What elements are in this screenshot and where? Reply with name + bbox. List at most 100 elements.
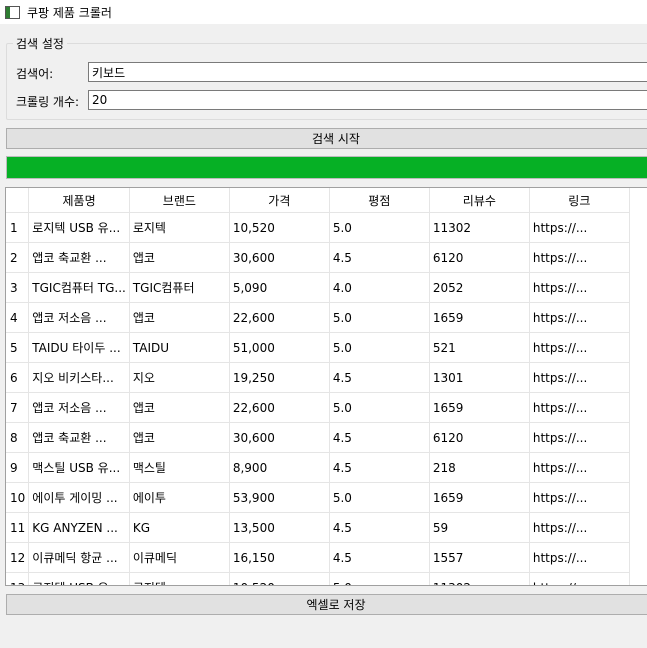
cell-reviews[interactable]: 6120 xyxy=(429,422,530,453)
row-number[interactable]: 6 xyxy=(6,362,30,393)
table-row[interactable]: 4 앱코 저소음 ... 앱코 22,600 5.0 1659 https://... xyxy=(6,302,630,333)
cell-link[interactable]: https://... xyxy=(529,212,630,243)
cell-rating[interactable]: 5.0 xyxy=(329,302,430,333)
table-row[interactable]: 5 TAIDU 타이두 ... TAIDU 51,000 5.0 521 https://.… xyxy=(6,332,630,363)
cell-name[interactable]: 앱코 저소음 ... xyxy=(28,302,130,333)
row-number[interactable]: 10 xyxy=(6,482,30,513)
cell-link[interactable]: https://... xyxy=(529,512,630,543)
cell-brand[interactable]: 앱코 xyxy=(129,242,230,273)
cell-link[interactable]: https://... xyxy=(529,482,630,513)
cell-link[interactable]: https://... xyxy=(529,542,630,573)
table-row[interactable]: 10 에이투 게이밍 ... 에이투 53,900 5.0 1659 https://... xyxy=(6,482,630,513)
column-header-price[interactable]: 가격 xyxy=(229,188,330,213)
cell-price[interactable]: 16,150 xyxy=(229,542,330,573)
cell-price[interactable]: 10,520 xyxy=(229,572,330,585)
table-row[interactable]: 13로지텍 USB 유...로지텍10,5205.011302https://.… xyxy=(6,572,630,585)
cell-price[interactable]: 30,600 xyxy=(229,422,330,453)
cell-name[interactable]: TAIDU 타이두 ... xyxy=(28,332,130,363)
column-header-rating[interactable]: 평점 xyxy=(329,188,430,213)
cell-rating[interactable]: 5.0 xyxy=(329,482,430,513)
cell-rating[interactable]: 5.0 xyxy=(329,572,430,585)
cell-reviews[interactable]: 1659 xyxy=(429,482,530,513)
table-row[interactable]: 6 지오 비키스타... 지오 19,250 4.5 1301 https://... xyxy=(6,362,630,393)
cell-link[interactable]: https://... xyxy=(529,392,630,423)
count-input[interactable] xyxy=(88,90,647,110)
row-number[interactable]: 1 xyxy=(6,212,30,243)
row-number[interactable]: 9 xyxy=(6,452,30,483)
cell-name[interactable]: 앱코 저소음 ... xyxy=(28,392,130,423)
cell-name[interactable]: 앱코 축교환 ... xyxy=(28,242,130,273)
cell-reviews[interactable]: 59 xyxy=(429,512,530,543)
table-row[interactable]: 12 이큐메딕 항균 ... 이큐메딕 16,150 4.5 1557 https://..… xyxy=(6,542,630,573)
cell-price[interactable]: 19,250 xyxy=(229,362,330,393)
cell-name[interactable]: 이큐메딕 항균 ... xyxy=(28,542,130,573)
cell-link[interactable]: https://... xyxy=(529,572,630,585)
cell-link[interactable]: https://... xyxy=(529,242,630,273)
table-row[interactable]: 11 KG ANYZEN ... KG 13,500 4.5 59 https://... xyxy=(6,512,630,543)
table-row[interactable]: 2 앱코 축교환 ... 앱코 30,600 4.5 6120 https://... xyxy=(6,242,630,273)
cell-name[interactable]: TGIC컴퓨터 TG... xyxy=(28,272,130,303)
cell-reviews[interactable]: 1659 xyxy=(429,302,530,333)
cell-name[interactable]: 에이투 게이밍 ... xyxy=(28,482,130,513)
row-number[interactable]: 4 xyxy=(6,302,30,333)
cell-brand[interactable]: 맥스틸 xyxy=(129,452,230,483)
cell-brand[interactable]: 에이투 xyxy=(129,482,230,513)
cell-rating[interactable]: 4.5 xyxy=(329,422,430,453)
cell-price[interactable]: 22,600 xyxy=(229,302,330,333)
cell-name[interactable]: KG ANYZEN ... xyxy=(28,512,130,543)
cell-price[interactable]: 13,500 xyxy=(229,512,330,543)
cell-name[interactable]: 로지텍 USB 유... xyxy=(28,212,130,243)
cell-rating[interactable]: 5.0 xyxy=(329,212,430,243)
cell-name[interactable]: 로지텍 USB 유... xyxy=(28,572,130,585)
cell-price[interactable]: 5,090 xyxy=(229,272,330,303)
cell-link[interactable]: https://... xyxy=(529,302,630,333)
row-number[interactable]: 7 xyxy=(6,392,30,423)
cell-brand[interactable]: TGIC컴퓨터 xyxy=(129,272,230,303)
column-header-reviews[interactable]: 리뷰수 xyxy=(429,188,530,213)
row-number[interactable]: 13 xyxy=(6,572,30,585)
row-number[interactable]: 3 xyxy=(6,272,30,303)
cell-brand[interactable]: TAIDU xyxy=(129,332,230,363)
cell-reviews[interactable]: 2052 xyxy=(429,272,530,303)
start-search-button[interactable]: 검색 시작 xyxy=(6,128,647,149)
cell-reviews[interactable]: 11302 xyxy=(429,572,530,585)
row-number[interactable]: 5 xyxy=(6,332,30,363)
cell-price[interactable]: 51,000 xyxy=(229,332,330,363)
row-number[interactable]: 11 xyxy=(6,512,30,543)
save-excel-button[interactable]: 엑셀로 저장 xyxy=(6,594,647,615)
cell-brand[interactable]: 앱코 xyxy=(129,422,230,453)
table-row[interactable]: 8 앱코 축교환 ... 앱코 30,600 4.5 6120 https://... xyxy=(6,422,630,453)
cell-price[interactable]: 30,600 xyxy=(229,242,330,273)
cell-link[interactable]: https://... xyxy=(529,362,630,393)
cell-brand[interactable]: 앱코 xyxy=(129,302,230,333)
table-row[interactable]: 1 로지텍 USB 유... 로지텍 10,520 5.0 11302 https://..… xyxy=(6,212,630,243)
column-header-link[interactable]: 링크 xyxy=(529,188,630,213)
cell-name[interactable]: 맥스틸 USB 유... xyxy=(28,452,130,483)
cell-brand[interactable]: 앱코 xyxy=(129,392,230,423)
table-row[interactable]: 3 TGIC컴퓨터 TG... TGIC컴퓨터 5,090 4.0 2052 https:/… xyxy=(6,272,630,303)
table-row[interactable]: 7 앱코 저소음 ... 앱코 22,600 5.0 1659 https://... xyxy=(6,392,630,423)
row-number[interactable]: 2 xyxy=(6,242,30,273)
cell-brand[interactable]: KG xyxy=(129,512,230,543)
cell-brand[interactable]: 로지텍 xyxy=(129,572,230,585)
cell-link[interactable]: https://... xyxy=(529,422,630,453)
cell-name[interactable]: 지오 비키스타... xyxy=(28,362,130,393)
cell-reviews[interactable]: 1659 xyxy=(429,392,530,423)
cell-reviews[interactable]: 521 xyxy=(429,332,530,363)
cell-reviews[interactable]: 218 xyxy=(429,452,530,483)
cell-brand[interactable]: 이큐메딕 xyxy=(129,542,230,573)
cell-reviews[interactable]: 1301 xyxy=(429,362,530,393)
cell-rating[interactable]: 4.5 xyxy=(329,452,430,483)
cell-reviews[interactable]: 11302 xyxy=(429,212,530,243)
cell-brand[interactable]: 로지텍 xyxy=(129,212,230,243)
cell-price[interactable]: 53,900 xyxy=(229,482,330,513)
cell-link[interactable]: https://... xyxy=(529,452,630,483)
cell-price[interactable]: 8,900 xyxy=(229,452,330,483)
cell-price[interactable]: 10,520 xyxy=(229,212,330,243)
results-table[interactable]: 제품명 브랜드 가격 평점 리뷰수 링크 1 로지텍 USB 유... 로지텍 10,… xyxy=(5,187,647,586)
cell-rating[interactable]: 5.0 xyxy=(329,332,430,363)
cell-rating[interactable]: 4.5 xyxy=(329,542,430,573)
cell-link[interactable]: https://... xyxy=(529,272,630,303)
cell-link[interactable]: https://... xyxy=(529,332,630,363)
column-header-name[interactable]: 제품명 xyxy=(28,188,130,213)
